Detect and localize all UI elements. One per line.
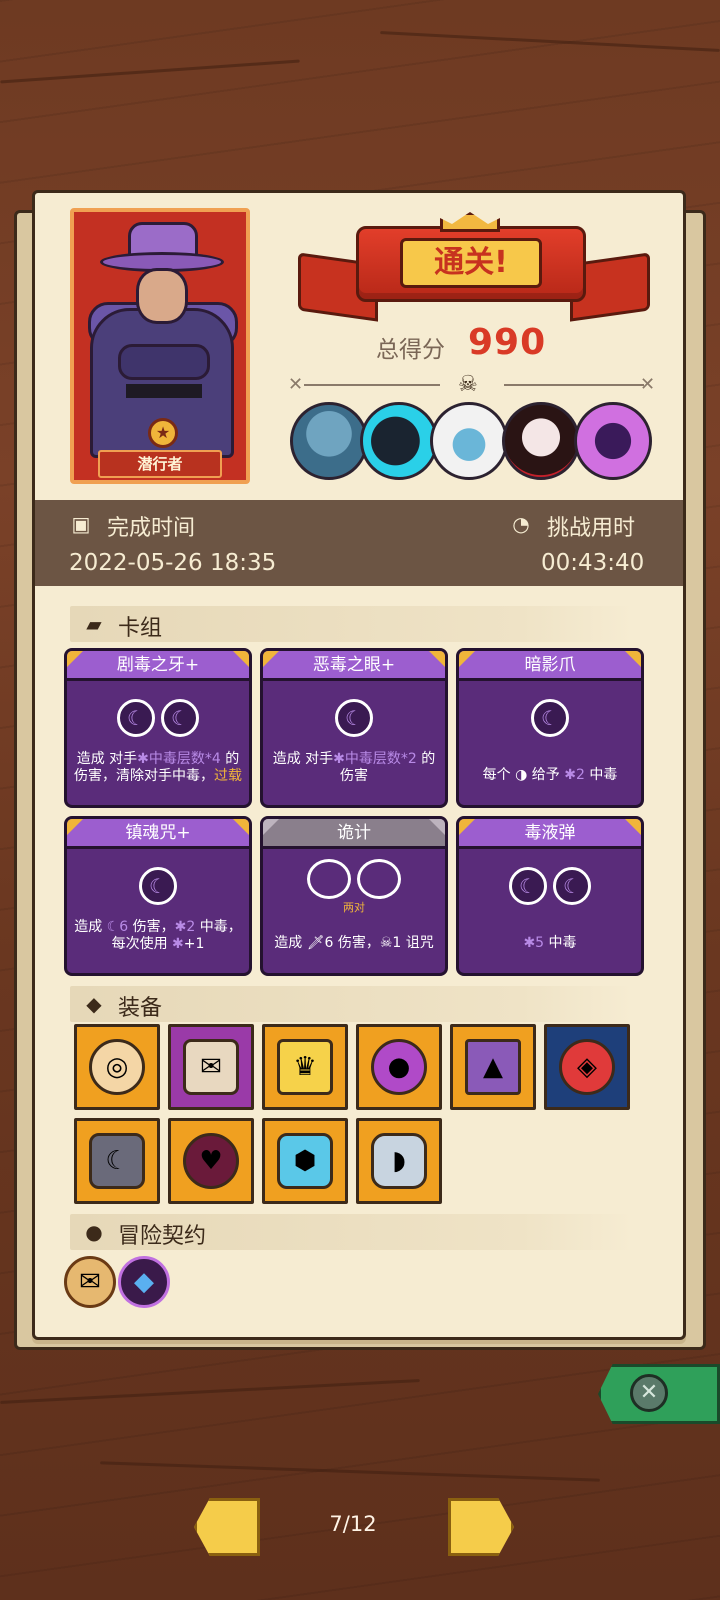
divider	[304, 384, 440, 386]
cards-icon: ▰	[86, 612, 102, 636]
card-name: 镇魂咒+	[125, 823, 191, 843]
card[interactable]: 剧毒之牙+ ☾ ☾ 造成 对手✱中毒层数*4 的伤害，清除对手中毒，过载	[64, 648, 252, 808]
character-class: 潜行者	[98, 450, 222, 478]
close-icon[interactable]: ✕	[630, 1374, 668, 1412]
shadow-energy-icon: ☾	[139, 867, 177, 905]
boss-portrait	[360, 402, 438, 480]
crown-icon[interactable]: ♛	[262, 1024, 348, 1110]
empty-slot-icon	[307, 859, 351, 899]
calendar-icon: ▣	[71, 512, 91, 536]
skull-curse-icon: ☠	[379, 935, 393, 951]
card-name: 暗影爪	[524, 655, 576, 675]
boss-portrait	[430, 402, 508, 480]
crossed-swords-icon: ✕	[640, 374, 656, 395]
card-name: 毒液弹	[524, 823, 576, 843]
card[interactable]: 镇魂咒+ ☾ 造成 ☾6 伤害，✱2 中毒，每次使用 ✱+1	[64, 816, 252, 976]
card[interactable]: 诡计 两对 造成 🗡6 伤害，☠1 诅咒	[260, 816, 448, 976]
complete-time-label: 完成时间	[107, 516, 196, 541]
page-indicator: 7/12	[329, 1512, 377, 1536]
card[interactable]: 暗影爪 ☾ 每个 ◑ 给予 ✱2 中毒	[456, 648, 644, 808]
equipment-title: 装备	[118, 996, 163, 1021]
shadow-energy-icon: ☾	[161, 699, 199, 737]
crossed-swords-icon: ✕	[288, 374, 304, 395]
cursed-heart-icon[interactable]: ♥	[168, 1118, 254, 1204]
poison-apple-icon[interactable]: ●	[356, 1024, 442, 1110]
card[interactable]: 恶毒之眼+ ☾ 造成 对手✱中毒层数*2 的伤害	[260, 648, 448, 808]
contract-section-header: ● 冒险契约	[70, 1214, 634, 1250]
boss-portrait	[290, 402, 368, 480]
score-label: 总得分	[376, 337, 445, 363]
boss-portrait	[502, 402, 580, 480]
card-description: ✱5 中毒	[523, 935, 577, 951]
rune-coin-icon[interactable]: ◎	[74, 1024, 160, 1110]
card-description: 造成 对手✱中毒层数*2 的伤害	[272, 751, 436, 784]
rank-medal-icon: ★	[148, 418, 178, 448]
scroll-contract-icon[interactable]: ✉	[64, 1256, 116, 1308]
potion-flask-icon[interactable]: ▲	[450, 1024, 536, 1110]
shadow-energy-icon: ☾	[509, 867, 547, 905]
boss-portrait	[574, 402, 652, 480]
card[interactable]: 毒液弹 ☾ ☾ ✱5 中毒	[456, 816, 644, 976]
shadow-energy-icon: ☾	[531, 699, 569, 737]
divider	[504, 384, 644, 386]
defeated-bosses	[290, 402, 660, 486]
empty-slot-icon	[357, 859, 401, 899]
scroll-icon[interactable]: ✉	[168, 1024, 254, 1110]
card-description: 每个 ◑ 给予 ✱2 中毒	[482, 767, 618, 783]
moon-stone-icon[interactable]: ☾	[74, 1118, 160, 1204]
stopwatch-icon: ◔	[512, 512, 530, 536]
pair-tag: 两对	[343, 901, 365, 914]
person-icon: ●	[85, 1220, 103, 1244]
score-value: 990	[468, 322, 547, 363]
challenge-time-value: 00:43:40	[541, 550, 645, 576]
character-portrait: ★ 潜行者	[70, 208, 250, 484]
clear-label: 通关!	[400, 238, 542, 288]
horn-icon[interactable]: ◗	[356, 1118, 442, 1204]
deck-section-header: ▰ 卡组	[70, 606, 634, 642]
shadow-energy-icon: ☾	[117, 699, 155, 737]
box-icon: ◆	[86, 992, 102, 1016]
skull-icon: ☠	[458, 372, 478, 397]
card-description: 造成 ☾6 伤害，✱2 中毒，每次使用 ✱+1	[74, 919, 242, 952]
card-name: 剧毒之牙+	[116, 655, 200, 675]
challenge-time-label: 挑战用时	[547, 516, 636, 541]
contract-title: 冒险契约	[118, 1224, 207, 1249]
deck-title: 卡组	[118, 616, 163, 641]
equipment-section-header: ◆ 装备	[70, 986, 634, 1022]
blue-crystal-icon[interactable]: ◆	[118, 1256, 170, 1308]
shadow-energy-icon: ☾	[553, 867, 591, 905]
card-name: 恶毒之眼+	[312, 655, 396, 675]
ruby-gem-icon[interactable]: ◈	[544, 1024, 630, 1110]
card-description: 造成 🗡6 伤害，☠1 诅咒	[274, 935, 434, 951]
ice-shield-icon[interactable]: ⬢	[262, 1118, 348, 1204]
dagger-icon: 🗡	[306, 935, 325, 951]
shadow-energy-icon: ☾	[335, 699, 373, 737]
complete-time-value: 2022-05-26 18:35	[69, 550, 277, 576]
time-info-band: ▣ 完成时间 2022-05-26 18:35 ◔ 挑战用时 00:43:40	[35, 500, 683, 586]
card-name: 诡计	[337, 823, 371, 843]
card-description: 造成 对手✱中毒层数*4 的伤害，清除对手中毒，过载	[74, 751, 242, 784]
